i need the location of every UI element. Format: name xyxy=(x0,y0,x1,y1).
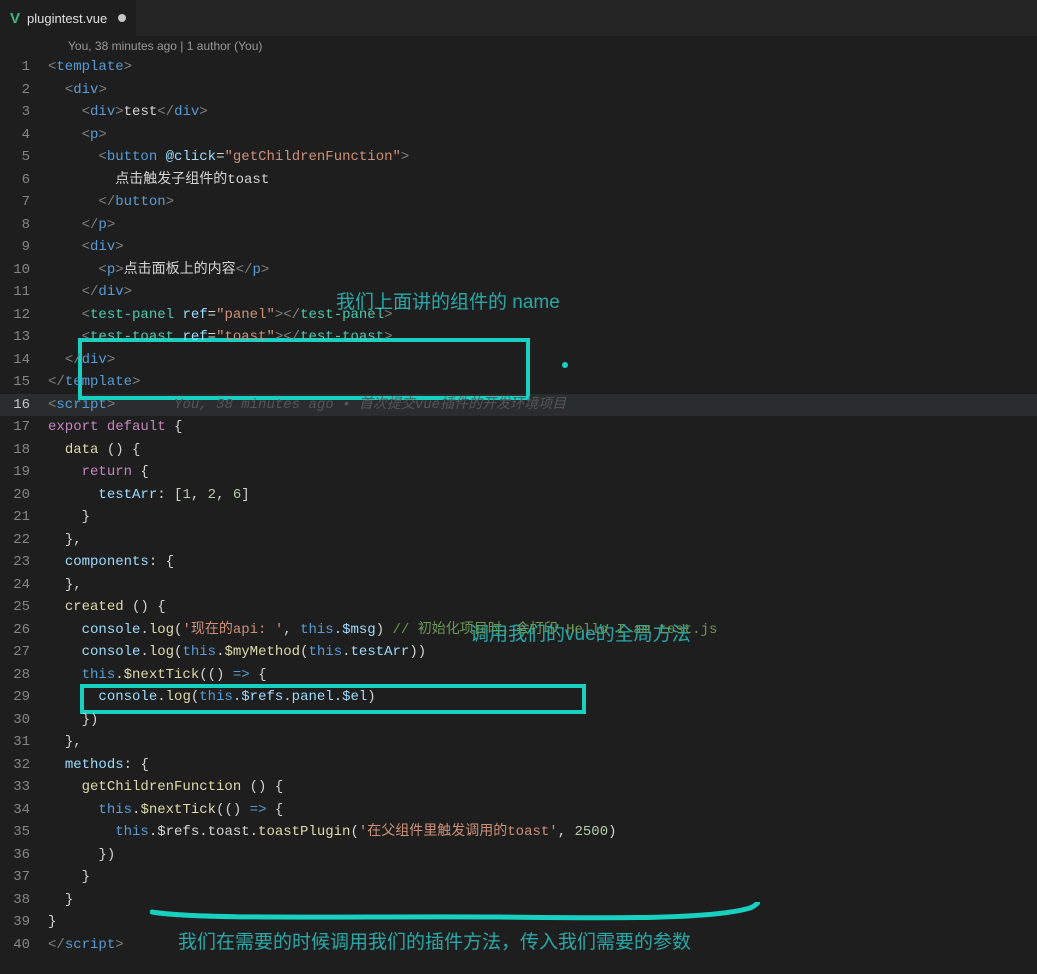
tab-bar: V plugintest.vue xyxy=(0,0,1037,36)
code-line[interactable]: 16<script> You, 38 minutes ago • 首次提交vue… xyxy=(0,394,1037,417)
line-number: 34 xyxy=(0,799,48,822)
code-line[interactable]: 9 <div> xyxy=(0,236,1037,259)
line-number: 28 xyxy=(0,664,48,687)
line-number: 25 xyxy=(0,596,48,619)
tab-filename: plugintest.vue xyxy=(27,11,107,26)
line-number: 39 xyxy=(0,911,48,934)
line-number: 4 xyxy=(0,124,48,147)
code-line[interactable]: 2 <div> xyxy=(0,79,1037,102)
code-line[interactable]: 34 this.$nextTick(() => { xyxy=(0,799,1037,822)
code-line[interactable]: 31 }, xyxy=(0,731,1037,754)
code-line[interactable]: 28 this.$nextTick(() => { xyxy=(0,664,1037,687)
code-line[interactable]: 35 this.$refs.toast.toastPlugin('在父组件里触发… xyxy=(0,821,1037,844)
code-line[interactable]: 39} xyxy=(0,911,1037,934)
code-line[interactable]: 33 getChildrenFunction () { xyxy=(0,776,1037,799)
code-line[interactable]: 14 </div> xyxy=(0,349,1037,372)
editor-tab[interactable]: V plugintest.vue xyxy=(0,0,136,36)
code-line[interactable]: 30 }) xyxy=(0,709,1037,732)
line-number: 29 xyxy=(0,686,48,709)
code-line[interactable]: 19 return { xyxy=(0,461,1037,484)
line-number: 30 xyxy=(0,709,48,732)
line-number: 13 xyxy=(0,326,48,349)
line-number: 23 xyxy=(0,551,48,574)
line-number: 5 xyxy=(0,146,48,169)
code-line[interactable]: 36 }) xyxy=(0,844,1037,867)
line-number: 38 xyxy=(0,889,48,912)
code-line[interactable]: 12 <test-panel ref="panel"></test-panel> xyxy=(0,304,1037,327)
code-line[interactable]: 10 <p>点击面板上的内容</p> xyxy=(0,259,1037,282)
code-line[interactable]: 6 点击触发子组件的toast xyxy=(0,169,1037,192)
code-line[interactable]: 7 </button> xyxy=(0,191,1037,214)
code-line[interactable]: 29 console.log(this.$refs.panel.$el) xyxy=(0,686,1037,709)
code-line[interactable]: 38 } xyxy=(0,889,1037,912)
modified-indicator-icon xyxy=(118,14,126,22)
line-number: 1 xyxy=(0,56,48,79)
line-number: 17 xyxy=(0,416,48,439)
code-line[interactable]: 27 console.log(this.$myMethod(this.testA… xyxy=(0,641,1037,664)
code-line[interactable]: 37 } xyxy=(0,866,1037,889)
code-line[interactable]: 23 components: { xyxy=(0,551,1037,574)
code-editor[interactable]: 我们上面讲的组件的 name 调用我们的vue的全局方法 我们在需要的时候调用我… xyxy=(0,56,1037,956)
line-number: 20 xyxy=(0,484,48,507)
line-number: 12 xyxy=(0,304,48,327)
line-number: 21 xyxy=(0,506,48,529)
code-line[interactable]: 22 }, xyxy=(0,529,1037,552)
line-number: 37 xyxy=(0,866,48,889)
line-number: 35 xyxy=(0,821,48,844)
code-line[interactable]: 4 <p> xyxy=(0,124,1037,147)
code-line[interactable]: 40</script> xyxy=(0,934,1037,957)
line-number: 19 xyxy=(0,461,48,484)
line-number: 40 xyxy=(0,934,48,957)
code-line[interactable]: 1<template> xyxy=(0,56,1037,79)
code-line[interactable]: 32 methods: { xyxy=(0,754,1037,777)
line-number: 26 xyxy=(0,619,48,642)
line-number: 22 xyxy=(0,529,48,552)
line-number: 15 xyxy=(0,371,48,394)
line-number: 7 xyxy=(0,191,48,214)
line-number: 16 xyxy=(0,394,48,417)
code-line[interactable]: 21 } xyxy=(0,506,1037,529)
line-number: 27 xyxy=(0,641,48,664)
line-number: 32 xyxy=(0,754,48,777)
line-number: 14 xyxy=(0,349,48,372)
codelens-authors[interactable]: You, 38 minutes ago | 1 author (You) xyxy=(0,36,1037,56)
code-line[interactable]: 13 <test-toast ref="toast"></test-toast> xyxy=(0,326,1037,349)
code-line[interactable]: 15</template> xyxy=(0,371,1037,394)
line-number: 3 xyxy=(0,101,48,124)
code-line[interactable]: 20 testArr: [1, 2, 6] xyxy=(0,484,1037,507)
line-number: 8 xyxy=(0,214,48,237)
line-number: 24 xyxy=(0,574,48,597)
line-number: 11 xyxy=(0,281,48,304)
line-number: 9 xyxy=(0,236,48,259)
line-number: 10 xyxy=(0,259,48,282)
code-line[interactable]: 8 </p> xyxy=(0,214,1037,237)
code-line[interactable]: 25 created () { xyxy=(0,596,1037,619)
line-number: 36 xyxy=(0,844,48,867)
code-line[interactable]: 24 }, xyxy=(0,574,1037,597)
code-line[interactable]: 5 <button @click="getChildrenFunction"> xyxy=(0,146,1037,169)
code-line[interactable]: 17export default { xyxy=(0,416,1037,439)
line-number: 6 xyxy=(0,169,48,192)
line-number: 31 xyxy=(0,731,48,754)
code-line[interactable]: 26 console.log('现在的api: ', this.$msg) //… xyxy=(0,619,1037,642)
code-line[interactable]: 3 <div>test</div> xyxy=(0,101,1037,124)
line-number: 33 xyxy=(0,776,48,799)
line-number: 18 xyxy=(0,439,48,462)
line-number: 2 xyxy=(0,79,48,102)
code-line[interactable]: 18 data () { xyxy=(0,439,1037,462)
vue-file-icon: V xyxy=(10,10,20,27)
code-line[interactable]: 11 </div> xyxy=(0,281,1037,304)
